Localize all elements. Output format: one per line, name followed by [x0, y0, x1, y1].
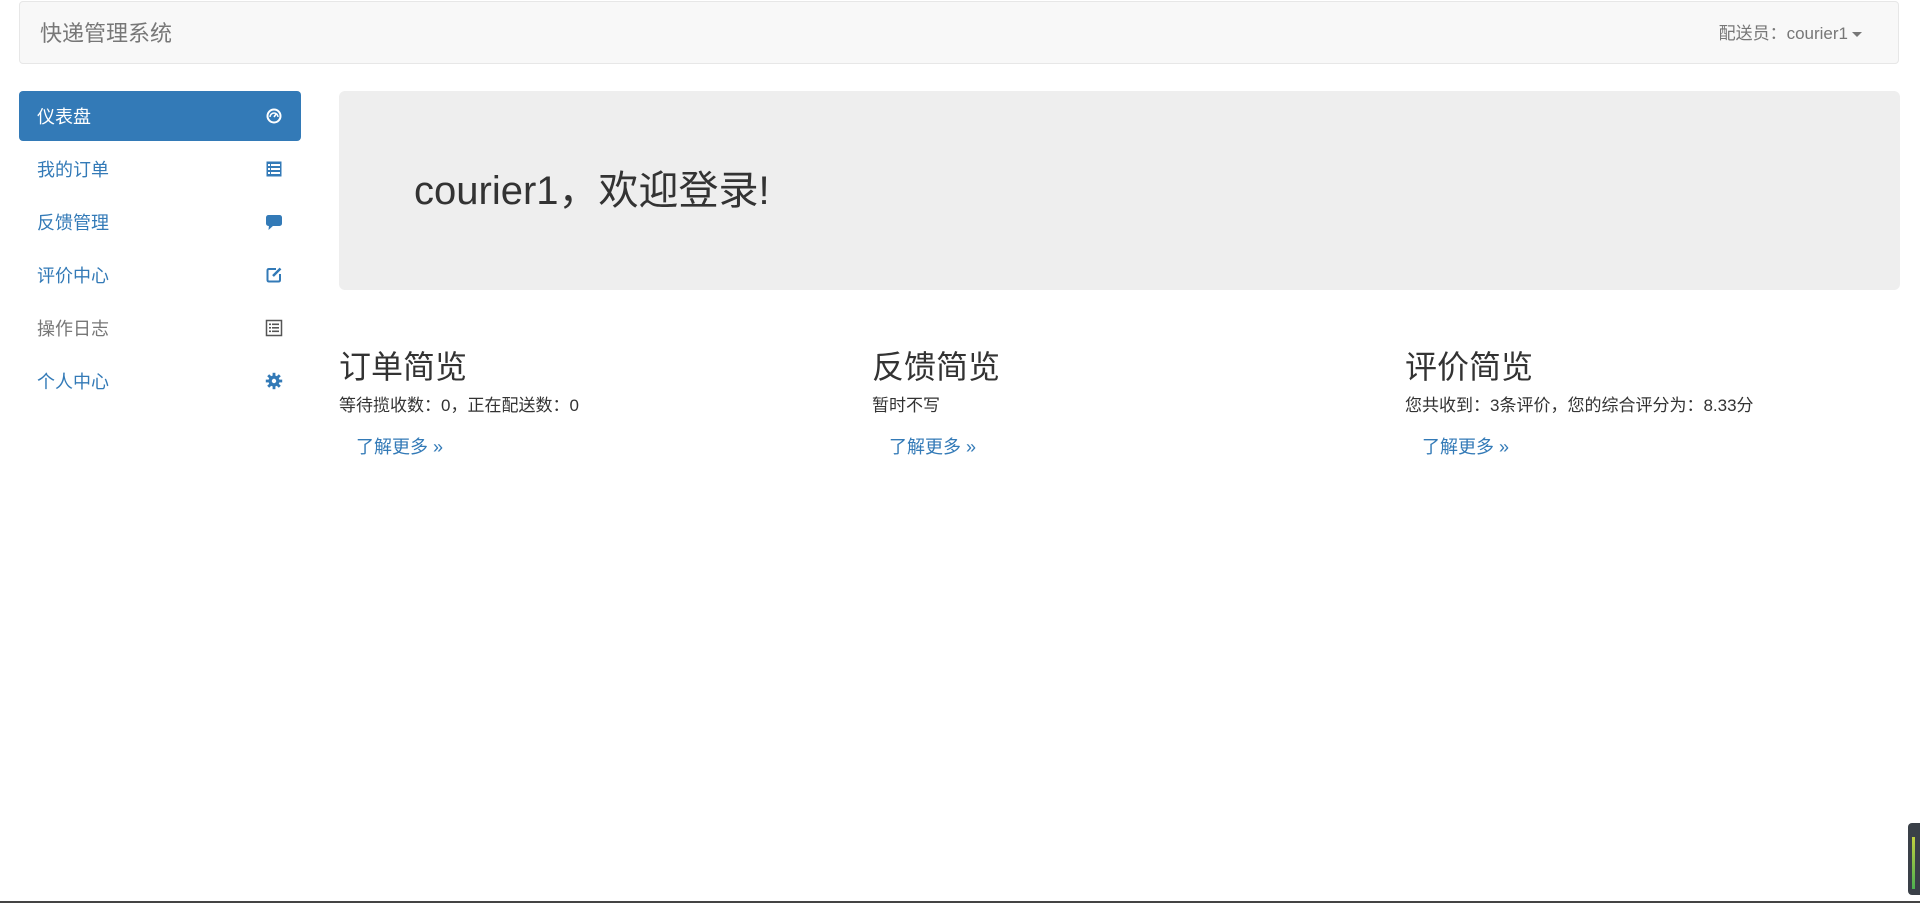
sidebar-item-dashboard[interactable]: 仪表盘	[19, 91, 301, 141]
sidebar-nav: 仪表盘 我的订单 反馈管理 评价中心 操作日志 个人中心	[19, 91, 301, 409]
orders-overview-title: 订单简览	[339, 349, 468, 385]
reviews-overview-text: 您共收到：3条评价，您的综合评分为：8.33分	[1405, 396, 1754, 415]
reviews-overview: 评价简览 您共收到：3条评价，您的综合评分为：8.33分 了解更多 »	[1405, 347, 1905, 458]
comment-icon	[265, 213, 283, 231]
feedback-overview-text: 暂时不写	[872, 396, 940, 415]
list-icon	[265, 160, 283, 178]
level-meter-icon	[1912, 837, 1915, 889]
sidebar-item-reviews[interactable]: 评价中心	[19, 250, 301, 300]
sidebar-item-label: 评价中心	[37, 266, 109, 286]
feedback-more-link[interactable]: 了解更多 »	[889, 436, 976, 458]
user-label: 配送员：courier1	[1718, 24, 1848, 43]
orders-overview-text: 等待揽收数：0，正在配送数：0	[339, 396, 579, 415]
sidebar-item-orders[interactable]: 我的订单	[19, 144, 301, 194]
edit-icon	[265, 266, 283, 284]
sidebar-item-profile[interactable]: 个人中心	[19, 356, 301, 406]
list-alt-icon	[265, 319, 283, 337]
sidebar-item-label: 我的订单	[37, 160, 109, 180]
sidebar-item-label: 反馈管理	[37, 213, 109, 233]
caret-down-icon	[1852, 31, 1862, 37]
feedback-overview: 反馈简览 暂时不写 了解更多 »	[872, 347, 1372, 458]
sidebar-item-logs[interactable]: 操作日志	[19, 303, 301, 353]
feedback-overview-title: 反馈简览	[872, 349, 1001, 385]
reviews-more-link[interactable]: 了解更多 »	[1422, 436, 1509, 458]
sidebar-item-label: 操作日志	[37, 319, 109, 339]
orders-overview: 订单简览 等待揽收数：0，正在配送数：0 了解更多 »	[339, 347, 839, 458]
brand-link[interactable]: 快递管理系统	[40, 20, 172, 48]
sidebar-item-feedback[interactable]: 反馈管理	[19, 197, 301, 247]
orders-more-link[interactable]: 了解更多 »	[356, 436, 443, 458]
dashboard-icon	[265, 107, 283, 125]
sidebar-item-label: 个人中心	[37, 372, 109, 392]
reviews-overview-title: 评价简览	[1405, 349, 1534, 385]
side-floating-widget[interactable]	[1908, 823, 1920, 895]
page: 快递管理系统 配送员：courier1 仪表盘 我的订单 反馈管理 评价中心 操…	[0, 0, 1920, 903]
welcome-jumbotron: courier1，欢迎登录!	[339, 91, 1900, 290]
cog-icon	[265, 372, 283, 390]
user-dropdown[interactable]: 配送员：courier1	[1719, 23, 1862, 45]
top-navbar: 快递管理系统 配送员：courier1	[19, 1, 1899, 64]
welcome-heading: courier1，欢迎登录!	[414, 169, 770, 213]
sidebar-item-label: 仪表盘	[37, 107, 91, 127]
